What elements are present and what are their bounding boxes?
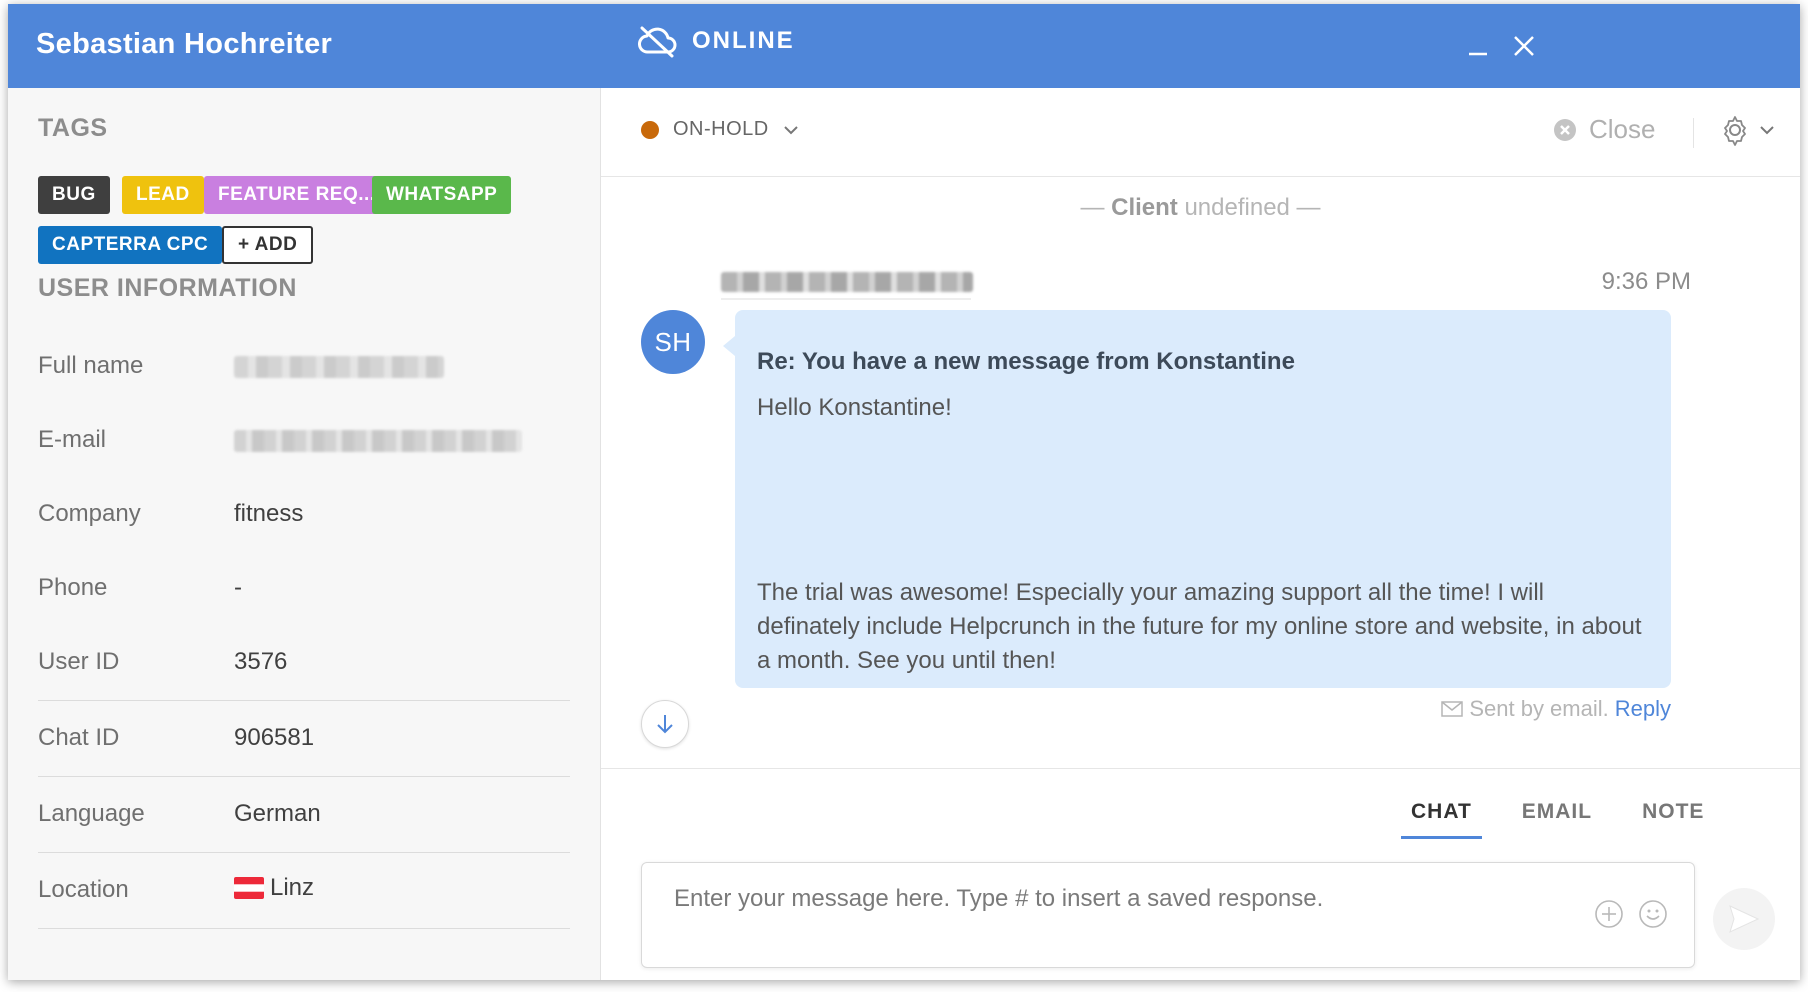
- user-id-value: 3576: [234, 648, 288, 675]
- chevron-down-icon: [1760, 126, 1774, 135]
- redacted-full-name: [234, 356, 444, 378]
- info-row-full-name: Full name: [38, 330, 570, 404]
- tag-capterra-cpc[interactable]: CAPTERRA CPC: [38, 226, 223, 264]
- add-tag-button[interactable]: + ADD: [222, 226, 314, 264]
- close-chat-button[interactable]: Close: [1553, 114, 1655, 145]
- phone-value: -: [234, 574, 242, 601]
- location-city: Linz: [270, 874, 315, 901]
- location-label: Location: [38, 876, 129, 903]
- language-label: Language: [38, 800, 145, 827]
- minimize-icon: [1469, 52, 1487, 56]
- tag-bug[interactable]: BUG: [38, 176, 110, 214]
- close-chat-label: Close: [1589, 114, 1656, 144]
- client-indicator: — Client undefined —: [601, 194, 1800, 222]
- tab-email[interactable]: EMAIL: [1512, 800, 1602, 839]
- message-input[interactable]: Enter your message here. Type # to inser…: [641, 862, 1695, 968]
- message-time: 9:36 PM: [1601, 268, 1691, 295]
- avatar: SH: [641, 310, 705, 374]
- add-attachment-icon[interactable]: [1594, 899, 1624, 929]
- user-sidebar: TAGS BUG LEAD FEATURE REQ... WHATSAPP CA…: [8, 88, 601, 980]
- chevron-down-icon: [784, 125, 798, 134]
- info-row-phone: Phone -: [38, 552, 570, 626]
- tags-title: TAGS: [38, 114, 108, 142]
- company-value: fitness: [234, 500, 304, 527]
- chat-id-value: 906581: [234, 724, 315, 751]
- chat-status-dropdown[interactable]: ON-HOLD: [641, 118, 799, 141]
- full-name-label: Full name: [38, 352, 144, 379]
- info-row-location: Location Linz: [38, 854, 570, 929]
- gear-icon: [1724, 116, 1746, 146]
- info-row-email: E-mail: [38, 404, 570, 478]
- client-label: Client: [1111, 194, 1178, 221]
- tag-feature-request[interactable]: FEATURE REQ...: [204, 176, 390, 214]
- tab-note[interactable]: NOTE: [1632, 800, 1714, 839]
- user-info-title: USER INFORMATION: [38, 274, 297, 302]
- info-row-user-id: User ID 3576: [38, 626, 570, 701]
- chat-status-bar: ON-HOLD Close: [601, 88, 1800, 177]
- scroll-down-button[interactable]: [641, 700, 689, 748]
- emoji-icon[interactable]: [1638, 899, 1668, 929]
- close-icon: [1514, 36, 1534, 56]
- send-button[interactable]: [1713, 888, 1775, 950]
- chat-id-label: Chat ID: [38, 724, 120, 751]
- info-row-language: Language German: [38, 778, 570, 853]
- settings-dropdown[interactable]: [1719, 114, 1775, 146]
- connection-status: ONLINE: [638, 24, 795, 58]
- cloud-offline-icon: [638, 26, 677, 58]
- message-greeting: Hello Konstantine!: [757, 394, 952, 421]
- client-prefix: —: [1080, 194, 1112, 221]
- redacted-sender-name: [721, 272, 973, 292]
- tag-lead[interactable]: LEAD: [122, 176, 204, 214]
- company-label: Company: [38, 500, 141, 527]
- user-name: Sebastian Hochreiter: [36, 28, 333, 60]
- location-value: Linz: [234, 874, 314, 902]
- divider: [1693, 118, 1694, 148]
- connection-status-label: ONLINE: [692, 27, 795, 54]
- message-bubble: Re: You have a new message from Konstant…: [723, 310, 1671, 688]
- envelope-icon: [1441, 701, 1464, 717]
- header-bar: Sebastian Hochreiter ONLINE: [8, 4, 1800, 88]
- austria-flag-icon: [234, 877, 264, 899]
- chat-status-label: ON-HOLD: [673, 118, 769, 140]
- divider: [601, 768, 1800, 769]
- info-row-company: Company fitness: [38, 478, 570, 552]
- info-row-chat-id: Chat ID 906581: [38, 702, 570, 777]
- minimize-button[interactable]: [1462, 30, 1494, 62]
- divider: [721, 298, 971, 300]
- tag-whatsapp[interactable]: WHATSAPP: [372, 176, 512, 214]
- close-window-button[interactable]: [1508, 30, 1540, 62]
- redacted-email: [234, 430, 522, 452]
- send-icon: [1729, 905, 1760, 933]
- sent-by-label: Sent by email.: [1469, 696, 1609, 721]
- composer-tabs: CHAT EMAIL NOTE: [1401, 800, 1714, 839]
- close-circle-icon: [1554, 118, 1576, 141]
- phone-label: Phone: [38, 574, 108, 601]
- user-id-label: User ID: [38, 648, 120, 675]
- message-subject: Re: You have a new message from Konstant…: [757, 348, 1295, 375]
- reply-link[interactable]: Reply: [1615, 696, 1671, 722]
- chat-panel: ON-HOLD Close — Client undefined — 9:36 …: [601, 88, 1800, 980]
- email-label: E-mail: [38, 426, 107, 453]
- status-dot-icon: [641, 120, 659, 139]
- message-body: The trial was awesome! Especially your a…: [757, 579, 1642, 674]
- message-input-placeholder: Enter your message here. Type # to inser…: [674, 885, 1324, 912]
- tab-chat[interactable]: CHAT: [1401, 800, 1482, 839]
- language-value: German: [234, 800, 321, 827]
- client-value: undefined —: [1177, 194, 1321, 221]
- chat-window: Sebastian Hochreiter ONLINE TAGS BUG LEA…: [8, 4, 1800, 980]
- arrow-down-icon: [657, 715, 673, 734]
- message-delivery-info: Sent by email. Reply: [1401, 696, 1671, 722]
